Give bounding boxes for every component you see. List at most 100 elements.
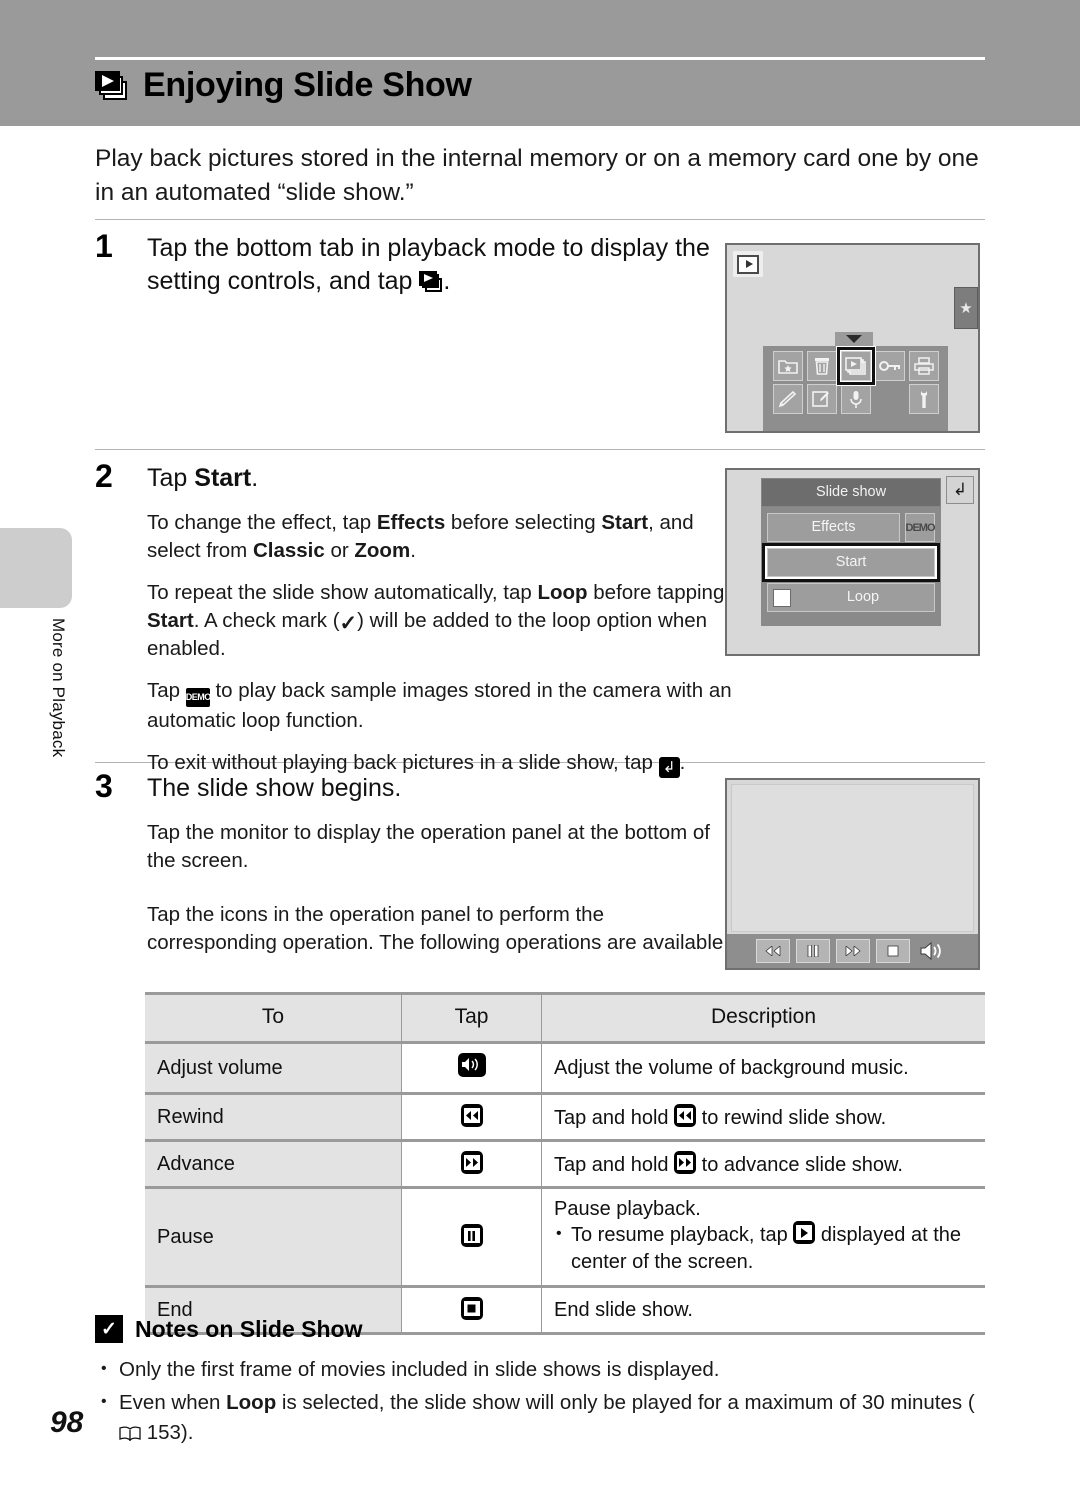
step-1-lead: Tap the bottom tab in playback mode to d… <box>147 232 735 298</box>
desc-bullet: To resume playback, tap displayed at the… <box>554 1220 973 1276</box>
page-title: Enjoying Slide Show <box>95 66 985 105</box>
p1-seg-2: before selecting <box>445 511 602 534</box>
row-description: Tap and hold to advance slide show. <box>541 1140 985 1188</box>
p3-a: Tap <box>147 679 186 702</box>
desc-line-1: Pause playback. <box>554 1198 701 1220</box>
slide-show-icon[interactable] <box>836 347 875 385</box>
delete-trash-icon[interactable] <box>806 351 837 381</box>
p4-b: . <box>679 751 686 774</box>
step-1: 1 Tap the bottom tab in playback mode to… <box>95 228 735 298</box>
intro-paragraph: Play back pictures stored in the interna… <box>95 145 979 206</box>
desc-bullets: To resume playback, tap displayed at the… <box>554 1220 973 1276</box>
page-header-band <box>0 0 1080 126</box>
favorites-tab[interactable]: ★ <box>954 287 978 329</box>
setup-wrench-icon[interactable] <box>908 384 939 414</box>
effects-row: Effects DEMO <box>767 513 936 542</box>
demo-icon: DEMO <box>185 688 211 707</box>
volume-icon[interactable] <box>916 939 950 963</box>
p1-seg-6: or <box>324 539 355 562</box>
paint-icon[interactable] <box>772 384 803 414</box>
page-reference-book-icon <box>119 1426 141 1442</box>
note-item: Only the first frame of movies included … <box>95 1354 985 1385</box>
setting-controls-row-1 <box>763 347 948 385</box>
step-2: 2 Tap Start. To change the effect, tap E… <box>95 458 735 778</box>
step-1-number: 1 <box>95 228 113 264</box>
column-header-tap: Tap <box>401 993 542 1043</box>
favorites-folder-icon[interactable] <box>772 351 803 381</box>
end-icon[interactable] <box>875 939 910 963</box>
row-description: Adjust the volume of background music. <box>541 1042 985 1094</box>
advance-icon <box>674 1151 697 1174</box>
loop-checkbox[interactable] <box>773 588 791 607</box>
step-3-number: 3 <box>95 768 113 804</box>
table-row: Rewind Tap and hold to rewind slide show… <box>145 1093 985 1141</box>
step-2-lead-prefix: Tap <box>147 464 195 492</box>
step-3-lead: The slide show begins. <box>147 774 402 802</box>
page-title-text: Enjoying Slide Show <box>143 66 472 104</box>
divider-2 <box>95 449 985 450</box>
loop-row: Loop <box>767 583 935 612</box>
p1-seg-0: To change the effect, tap <box>147 511 377 534</box>
step-3-paragraph-1: Tap the monitor to display the operation… <box>147 821 710 872</box>
step-3-paragraph-2: Tap the icons in the operation panel to … <box>147 903 729 954</box>
desc-b: to rewind slide show. <box>696 1107 887 1129</box>
pause-icon[interactable] <box>795 939 830 963</box>
protect-key-icon[interactable] <box>874 351 905 381</box>
p2-start: Start <box>147 609 194 632</box>
voice-memo-icon[interactable] <box>840 384 871 414</box>
section-tab-marker <box>0 528 72 608</box>
step-2-paragraph-2: To repeat the slide show automatically, … <box>147 581 725 660</box>
playback-mode-icon <box>733 251 763 277</box>
note-bold: Loop <box>226 1391 277 1414</box>
back-arrow-icon[interactable]: ↲ <box>946 476 974 504</box>
table-header-row: To Tap Description <box>145 993 985 1043</box>
edit-image-icon[interactable] <box>806 384 837 414</box>
notes-heading-text: Notes on Slide Show <box>135 1315 363 1342</box>
camera-screen-slide-show-menu: Slide show Effects DEMO Start Loop ↲ <box>725 468 980 656</box>
step-2-lead-suffix: . <box>251 464 259 492</box>
row-description: Tap and hold to rewind slide show. <box>541 1093 985 1141</box>
print-order-icon[interactable] <box>908 351 939 381</box>
caution-check-icon: ✓ <box>95 1315 123 1343</box>
p1-seg-8: . <box>410 539 416 562</box>
demo-button[interactable]: DEMO <box>905 513 936 542</box>
step-2-paragraph-3: Tap DEMO to play back sample images stor… <box>147 677 735 735</box>
setting-controls-row-2 <box>763 384 948 414</box>
start-button[interactable]: Start <box>762 543 940 582</box>
rewind-icon <box>460 1104 483 1127</box>
table-row: Advance Tap and hold to advance slide sh… <box>145 1140 985 1188</box>
step-3: 3 The slide show begins. Tap the monitor… <box>95 768 735 957</box>
chevron-down-icon[interactable] <box>835 332 873 346</box>
camera-screen-slide-show-playing <box>725 778 980 970</box>
row-label: Rewind <box>145 1093 402 1141</box>
p1-seg-1: Effects <box>376 511 446 534</box>
slide-show-menu: Slide show Effects DEMO Start Loop <box>761 478 941 626</box>
advance-icon[interactable] <box>835 939 870 963</box>
notes-heading: ✓ Notes on Slide Show <box>95 1315 985 1343</box>
desc-a: Tap and hold <box>554 1107 675 1129</box>
desc-a: Tap and hold <box>554 1154 675 1176</box>
operation-panel <box>727 934 978 968</box>
start-row: Start <box>762 543 940 582</box>
rewind-icon[interactable] <box>755 939 790 963</box>
slide-show-menu-body: Effects DEMO Start Loop <box>761 507 941 626</box>
volume-icon <box>457 1053 486 1077</box>
row-tap-icon <box>401 1093 542 1141</box>
p2-loop: Loop <box>537 581 588 604</box>
p1-seg-7: Zoom <box>354 539 411 562</box>
slide-show-image-area <box>731 784 974 932</box>
advance-icon <box>460 1151 483 1174</box>
slide-show-menu-title: Slide show <box>761 478 941 507</box>
p1-seg-3: Start <box>601 511 649 534</box>
note-page-ref: 153 <box>146 1421 181 1444</box>
loop-button[interactable]: Loop <box>767 583 935 612</box>
desc-b: to advance slide show. <box>696 1154 903 1176</box>
step-2-lead-bold: Start <box>194 464 252 492</box>
note-c: ). <box>180 1421 194 1444</box>
row-tap-icon <box>401 1187 542 1287</box>
column-header-description: Description <box>541 993 985 1043</box>
desc-a: To resume playback, tap <box>571 1224 794 1246</box>
effects-button[interactable]: Effects <box>767 513 900 542</box>
note-b: is selected, the slide show will only be… <box>276 1391 975 1414</box>
camera-screen-playback-controls: ★ <box>725 243 980 433</box>
